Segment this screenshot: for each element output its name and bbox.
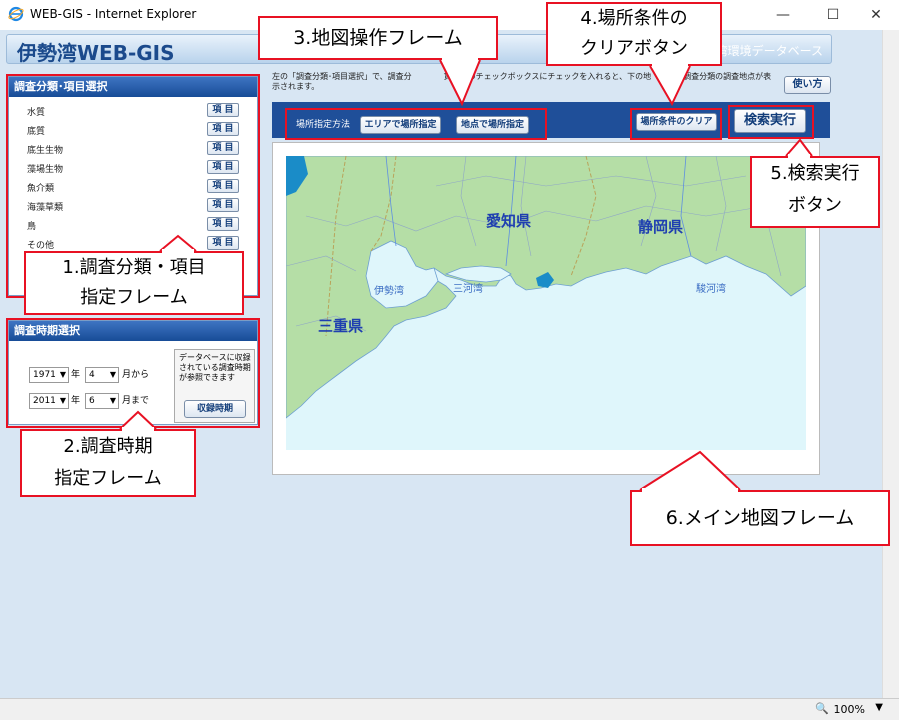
howto-button[interactable]: 使い方 [784,76,831,94]
aichi-label: 愛知県 [486,212,531,230]
callout-6-line1: 6.メイン地図フレーム [665,507,855,529]
highlight-map-controls [285,108,547,140]
maximize-button[interactable]: ☐ [810,0,856,30]
close-button[interactable]: ✕ [853,0,899,30]
mikawa-bay-label: 三河湾 [453,282,483,295]
highlight-search-button [728,105,814,139]
callout-1: 1.調査分類・項目 指定フレーム [24,251,244,315]
callout-4-line1: 4.場所条件の [580,8,688,29]
callout-5: 5.検索実行 ボタン [750,156,880,228]
callout-6: 6.メイン地図フレーム [630,490,890,546]
shizuoka-label: 静岡県 [638,218,683,236]
ise-bay-label: 伊勢湾 [374,284,404,297]
status-bar: 100% 🔍 ▼ [0,698,899,720]
minimize-button[interactable]: — [760,0,806,30]
callout-4: 4.場所条件の クリアボタン [546,2,722,66]
vertical-scrollbar[interactable] [882,30,899,698]
callout-2-line1: 2.調査時期 [63,436,153,457]
callout-3: 3.地図操作フレーム [258,16,498,60]
callout-1-line1: 1.調査分類・項目 [62,257,206,278]
zoom-icon: 🔍 [815,702,829,715]
callout-5-line2: ボタン [788,195,842,216]
highlight-clear-button [630,108,722,140]
callout-2-line2: 指定フレーム [54,468,162,489]
window-title: WEB-GIS - Internet Explorer [30,7,197,21]
site-title: 伊勢湾WEB-GIS [17,41,175,65]
callout-5-line1: 5.検索実行 [770,163,860,184]
main-map-frame: 愛知県 静岡県 三重県 伊勢湾 三河湾 駿河湾 [272,142,820,475]
callout-3-line1: 3.地図操作フレーム [293,27,463,49]
callout-1-line2: 指定フレーム [80,287,188,308]
callout-4-line2: クリアボタン [580,38,688,59]
internet-explorer-icon [8,6,24,22]
callout-2: 2.調査時期 指定フレーム [20,429,196,497]
highlight-period-frame [6,318,260,428]
suruga-bay-label: 駿河湾 [696,282,726,295]
map-labels-layer: 愛知県 静岡県 三重県 伊勢湾 三河湾 駿河湾 [318,212,726,335]
chevron-down-icon[interactable]: ▼ [875,702,883,713]
site-subtitle: 湾環境データベース [715,44,823,58]
mie-label: 三重県 [318,317,363,335]
instructions-text: 左の「調査分類･項目選択」で、調査分 賃等）のチェックボックスにチェックを入れる… [272,72,772,91]
zoom-level[interactable]: 100% [834,703,865,716]
